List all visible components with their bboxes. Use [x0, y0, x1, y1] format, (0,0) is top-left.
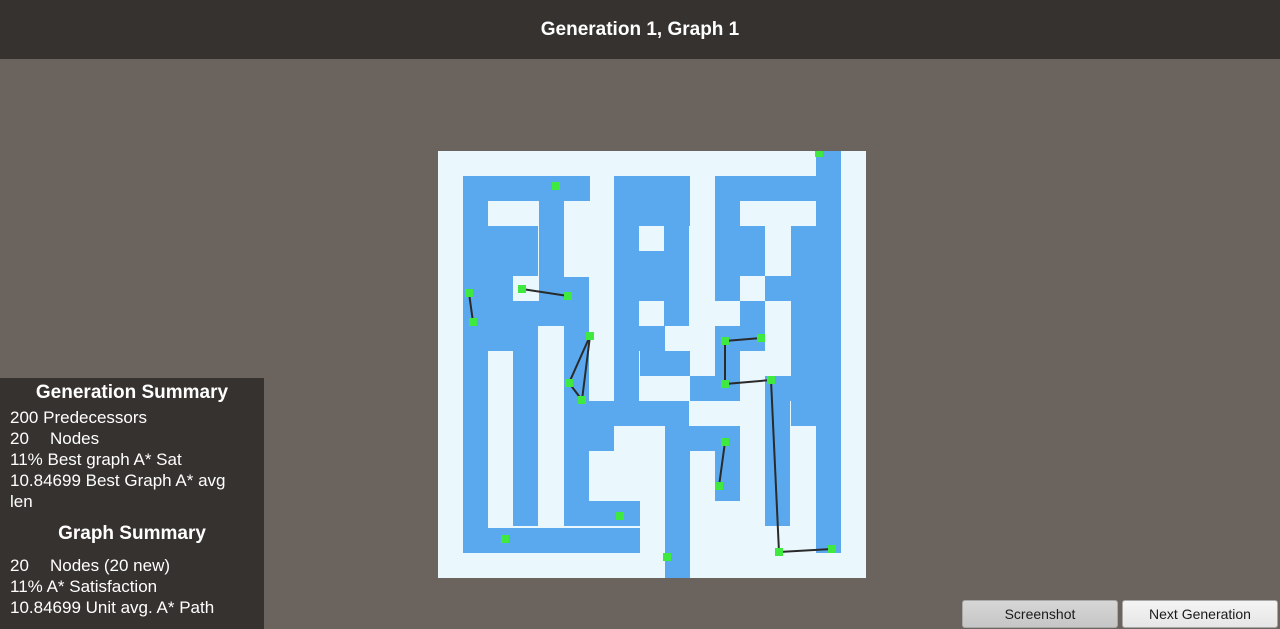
maze-wall: [640, 351, 690, 376]
maze-wall: [690, 376, 740, 401]
graph-node: [828, 545, 836, 553]
summary-panel: Generation Summary 200 Predecessors 20 No…: [0, 378, 264, 629]
graph-row-label: Nodes: [50, 556, 100, 575]
graph-node: [663, 553, 671, 561]
title-bar: Generation 1, Graph 1: [0, 0, 1280, 59]
graph-row-value: 11%: [10, 577, 43, 596]
next-generation-button[interactable]: Next Generation: [1122, 600, 1278, 628]
maze-wall: [539, 176, 564, 302]
maze-wall: [639, 251, 664, 301]
graph-node: [721, 380, 729, 388]
maze-wall: [488, 326, 513, 351]
maze-view: [438, 151, 866, 578]
graph-node: [501, 535, 509, 543]
graph-row-sat: 11% A* Satisfaction: [10, 576, 157, 597]
maze-wall: [816, 151, 841, 553]
gen-row-predecessors: 200 Predecessors: [10, 407, 147, 428]
graph-node: [465, 289, 473, 297]
gen-row-best-sat: 11% Best graph A* Sat: [10, 449, 182, 470]
maze-wall: [513, 326, 538, 526]
graph-node: [721, 337, 729, 345]
graph-node: [552, 182, 560, 190]
graph-row-path: 10.84699 Unit avg. A* Path: [10, 597, 214, 618]
maze-wall: [715, 176, 740, 301]
gen-row-value: 20: [10, 429, 29, 448]
maze-wall: [589, 426, 614, 451]
gen-row-label: Nodes: [50, 429, 100, 448]
maze-wall: [513, 226, 538, 276]
graph-node: [775, 548, 783, 556]
graph-row-label: Unit avg. A* Path: [85, 598, 215, 617]
page-title: Generation 1, Graph 1: [540, 18, 740, 40]
generation-summary-title: Generation Summary: [35, 382, 229, 403]
graph-node: [757, 334, 765, 342]
gen-row-value: 11%: [10, 450, 43, 469]
graph-node: [564, 292, 572, 300]
gen-row-value: 200: [10, 408, 39, 427]
maze-wall: [765, 276, 816, 301]
graph-node: [721, 438, 729, 446]
gen-row-nodes: 20 Nodes: [10, 428, 99, 449]
maze-wall: [463, 528, 640, 553]
graph-row-value: 10.84699: [10, 598, 81, 617]
graph-node: [616, 512, 624, 520]
maze-wall: [664, 401, 689, 426]
maze-wall: [463, 301, 564, 326]
graph-node: [518, 285, 526, 293]
graph-node: [578, 396, 586, 404]
graph-node: [715, 482, 723, 490]
maze-wall: [488, 276, 513, 301]
graph-node: [586, 332, 594, 340]
graph-node: [565, 379, 573, 387]
maze-wall: [740, 226, 765, 276]
graph-row-label: A* Satisfaction: [46, 577, 158, 596]
graph-row-nodes: 20 Nodes (20 new): [10, 555, 170, 576]
maze-wall: [463, 176, 488, 553]
maze-wall: [740, 301, 765, 351]
graph-node: [469, 318, 477, 326]
graph-row-value: 20: [10, 556, 29, 575]
maze-wall: [690, 426, 715, 451]
screenshot-button[interactable]: Screenshot: [962, 600, 1118, 628]
graph-node: [767, 376, 775, 384]
graph-row-extra: (20 new): [103, 556, 171, 575]
gen-row-best-len: 10.84699 Best Graph A* avg len: [10, 470, 250, 512]
gen-row-label: Best graph A* Sat: [47, 450, 182, 469]
maze-canvas: [438, 151, 866, 578]
gen-row-value: 10.84699: [10, 471, 81, 490]
graph-summary-title: Graph Summary: [58, 523, 206, 544]
gen-row-label: Predecessors: [43, 408, 148, 427]
maze-wall: [615, 326, 665, 351]
graph-node: [815, 151, 823, 157]
maze-wall: [664, 226, 689, 326]
